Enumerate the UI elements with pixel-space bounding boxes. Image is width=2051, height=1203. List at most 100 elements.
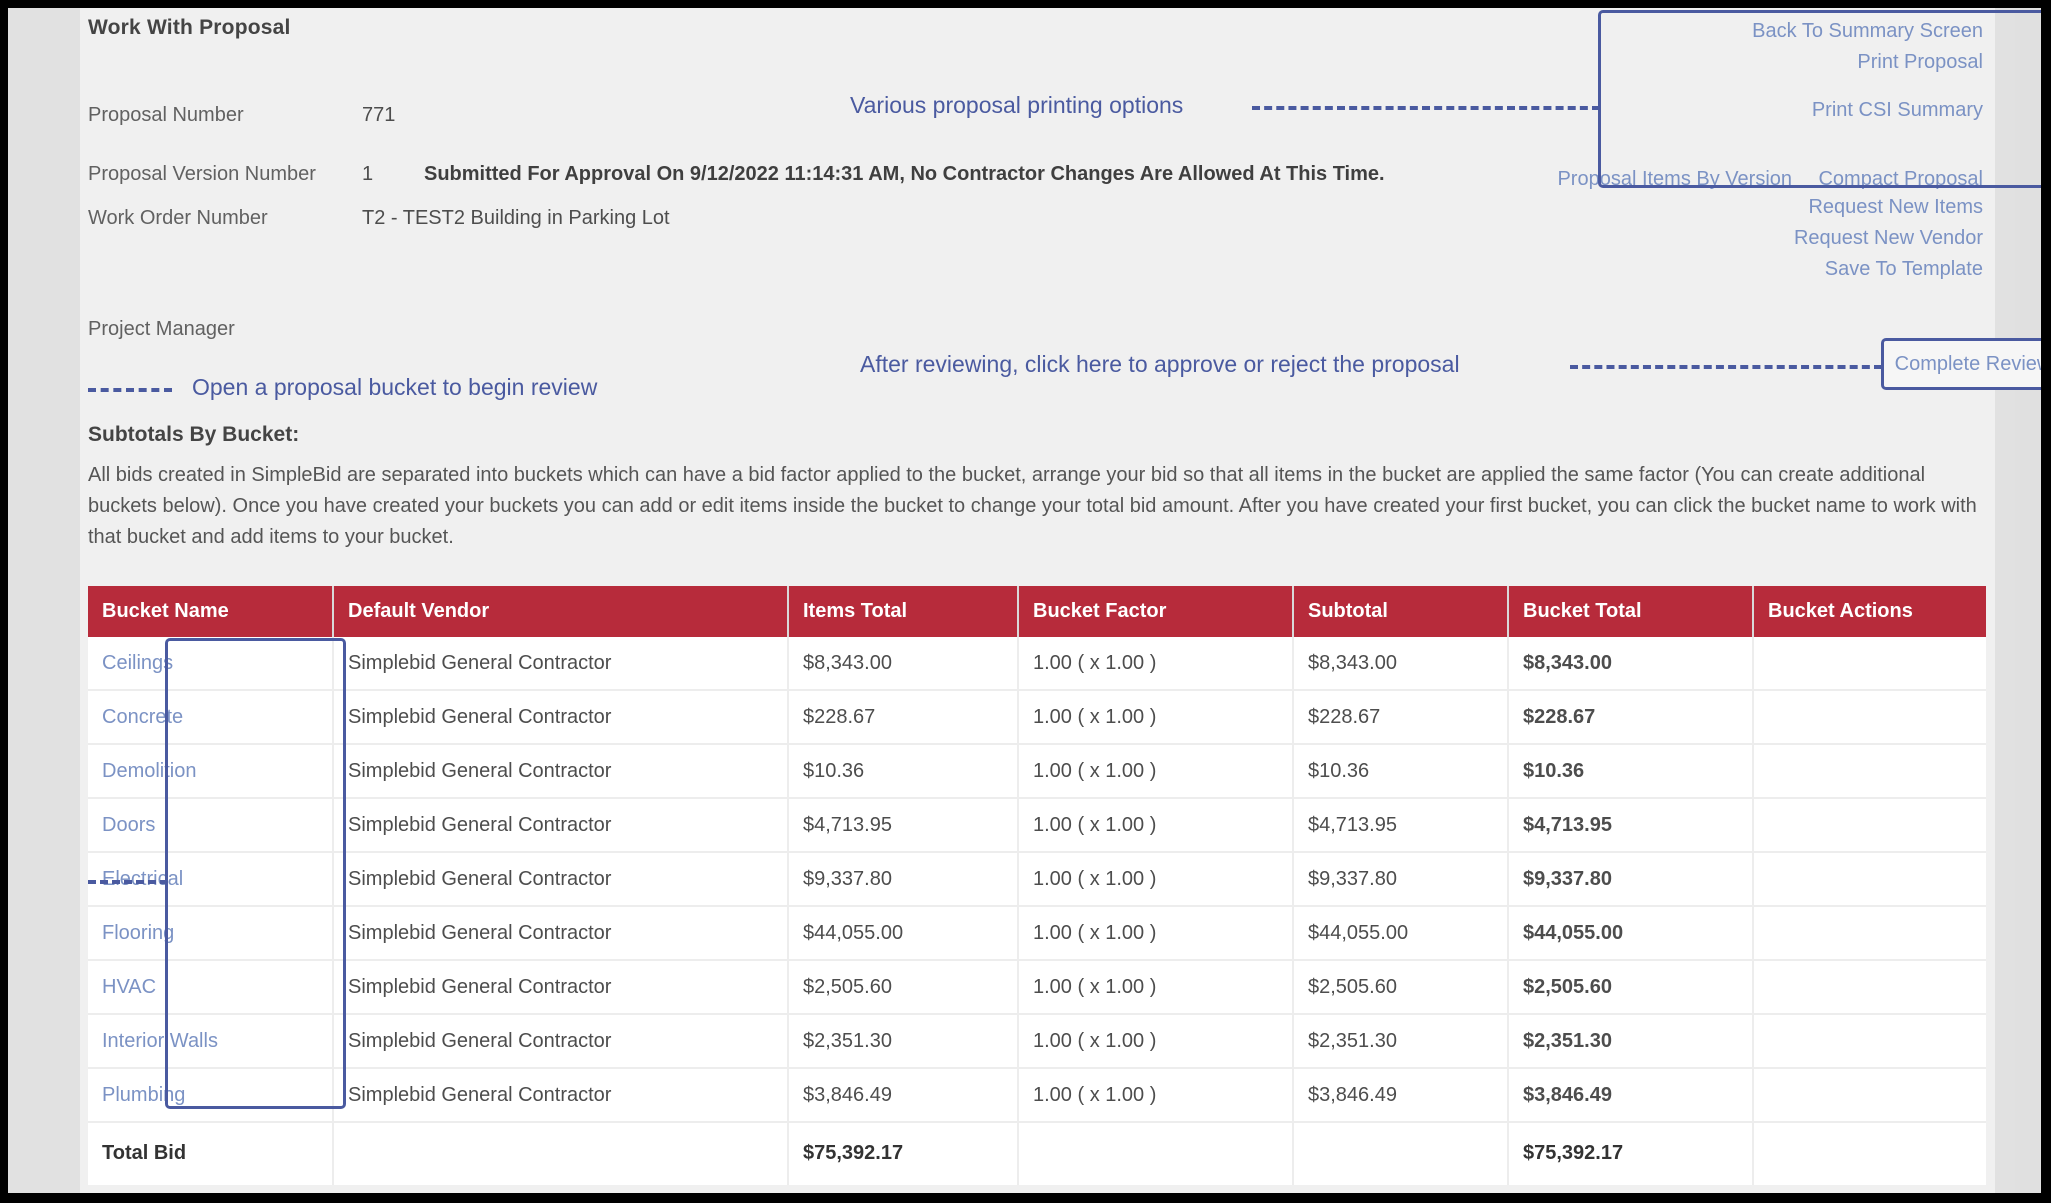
cell-items-total: $2,351.30 <box>788 1014 1019 1069</box>
cell-bucket-factor: 1.00 ( x 1.00 ) <box>1018 1068 1294 1123</box>
cell-items-total: $8,343.00 <box>788 637 1019 691</box>
annotation-box-printing-options <box>1598 10 2041 188</box>
cell-bucket-name[interactable]: Ceilings <box>88 637 334 691</box>
total-label: Total Bid <box>88 1121 334 1185</box>
table-row: Concrete Simplebid General Contractor $228… <box>88 690 1986 745</box>
cell-bucket-factor: 1.00 ( x 1.00 ) <box>1018 960 1294 1015</box>
cell-bucket-total: $4,713.95 <box>1508 798 1754 853</box>
cell-bucket-total: $44,055.00 <box>1508 906 1754 961</box>
table-row: Electrical Simplebid General Contractor $9… <box>88 852 1986 907</box>
annotation-leader-open-bucket <box>88 388 172 392</box>
work-order-number-label: Work Order Number <box>88 207 268 229</box>
complete-review-button[interactable]: Complete Review <box>1881 338 2041 390</box>
window-frame: Work With Proposal Proposal Number 771 P… <box>0 0 2051 1203</box>
bucket-link-ceilings[interactable]: Ceilings <box>102 652 173 674</box>
work-order-number-value: T2 - TEST2 Building in Parking Lot <box>362 207 670 229</box>
cell-default-vendor: Simplebid General Contractor <box>333 744 789 799</box>
cell-bucket-actions <box>1753 960 1986 1015</box>
bucket-link-concrete[interactable]: Concrete <box>102 706 183 728</box>
cell-items-total: $10.36 <box>788 744 1019 799</box>
cell-bucket-name[interactable]: Plumbing <box>88 1068 334 1123</box>
cell-bucket-name[interactable]: Electrical <box>88 852 334 907</box>
cell-bucket-factor: 1.00 ( x 1.00 ) <box>1018 690 1294 745</box>
cell-bucket-total: $10.36 <box>1508 744 1754 799</box>
cell-default-vendor: Simplebid General Contractor <box>333 1068 789 1123</box>
cell-bucket-name[interactable]: HVAC <box>88 960 334 1015</box>
proposal-version-number-label: Proposal Version Number <box>88 163 316 185</box>
cell-default-vendor: Simplebid General Contractor <box>333 960 789 1015</box>
total-factor <box>1018 1121 1294 1185</box>
cell-subtotal: $228.67 <box>1293 690 1509 745</box>
cell-bucket-total: $9,337.80 <box>1508 852 1754 907</box>
annotation-leader-printing-options <box>1252 106 1600 110</box>
cell-items-total: $9,337.80 <box>788 852 1019 907</box>
column-header-subtotal[interactable]: Subtotal <box>1293 586 1509 637</box>
cell-default-vendor: Simplebid General Contractor <box>333 690 789 745</box>
cell-bucket-name[interactable]: Doors <box>88 798 334 853</box>
cell-default-vendor: Simplebid General Contractor <box>333 906 789 961</box>
link-request-new-vendor[interactable]: Request New Vendor <box>1423 223 1983 254</box>
submitted-for-approval-note: Submitted For Approval On 9/12/2022 11:1… <box>424 163 1385 185</box>
cell-bucket-actions <box>1753 798 1986 853</box>
cell-items-total: $4,713.95 <box>788 798 1019 853</box>
cell-bucket-actions <box>1753 690 1986 745</box>
cell-default-vendor: Simplebid General Contractor <box>333 798 789 853</box>
page-content: Work With Proposal Proposal Number 771 P… <box>80 8 2041 1193</box>
cell-subtotal: $3,846.49 <box>1293 1068 1509 1123</box>
cell-items-total: $2,505.60 <box>788 960 1019 1015</box>
subtotals-intro-paragraph: All bids created in SimpleBid are separa… <box>88 464 1977 548</box>
project-manager-label: Project Manager <box>88 318 235 340</box>
cell-subtotal: $9,337.80 <box>1293 852 1509 907</box>
column-header-bucket-name[interactable]: Bucket Name <box>88 586 334 637</box>
cell-default-vendor: Simplebid General Contractor <box>333 637 789 691</box>
complete-review-label: Complete Review <box>1894 353 2041 375</box>
total-actions <box>1753 1121 1986 1185</box>
cell-bucket-name[interactable]: Flooring <box>88 906 334 961</box>
cell-bucket-actions <box>1753 637 1986 691</box>
subtotals-heading: Subtotals By Bucket: <box>88 423 300 446</box>
column-header-bucket-factor[interactable]: Bucket Factor <box>1018 586 1294 637</box>
cell-bucket-total: $2,351.30 <box>1508 1014 1754 1069</box>
proposal-number-label: Proposal Number <box>88 104 244 126</box>
link-request-new-items[interactable]: Request New Items <box>1423 192 1983 223</box>
total-vendor <box>333 1121 789 1185</box>
cell-bucket-actions <box>1753 852 1986 907</box>
table-row: Ceilings Simplebid General Contractor $8,3… <box>88 637 1986 691</box>
annotation-open-bucket: Open a proposal bucket to begin review <box>192 374 598 400</box>
page-title: Work With Proposal <box>88 16 291 39</box>
column-header-items-total[interactable]: Items Total <box>788 586 1019 637</box>
bucket-link-demolition[interactable]: Demolition <box>102 760 196 782</box>
total-bucket-total: $75,392.17 <box>1508 1121 1754 1185</box>
cell-items-total: $44,055.00 <box>788 906 1019 961</box>
column-header-bucket-actions[interactable]: Bucket Actions <box>1753 586 1986 637</box>
column-header-default-vendor[interactable]: Default Vendor <box>333 586 789 637</box>
cell-bucket-actions <box>1753 906 1986 961</box>
table-header-row: Bucket Name Default Vendor Items Total B… <box>88 586 1986 637</box>
link-save-to-template[interactable]: Save To Template <box>1423 254 1983 285</box>
cell-bucket-name[interactable]: Interior Walls <box>88 1014 334 1069</box>
annotation-leader-complete-review <box>1570 365 1882 369</box>
cell-subtotal: $4,713.95 <box>1293 798 1509 853</box>
bucket-link-plumbing[interactable]: Plumbing <box>102 1084 185 1106</box>
bucket-link-flooring[interactable]: Flooring <box>102 922 174 944</box>
cell-bucket-actions <box>1753 1068 1986 1123</box>
cell-items-total: $228.67 <box>788 690 1019 745</box>
cell-subtotal: $8,343.00 <box>1293 637 1509 691</box>
cell-subtotal: $2,505.60 <box>1293 960 1509 1015</box>
table-row: Demolition Simplebid General Contractor $1… <box>88 744 1986 799</box>
cell-bucket-name[interactable]: Demolition <box>88 744 334 799</box>
bucket-link-doors[interactable]: Doors <box>102 814 155 836</box>
bucket-link-interior-walls[interactable]: Interior Walls <box>102 1030 218 1052</box>
bucket-link-hvac[interactable]: HVAC <box>102 976 156 998</box>
table-total-row: Total Bid $75,392.17 $75,392.17 <box>88 1121 1986 1185</box>
cell-default-vendor: Simplebid General Contractor <box>333 852 789 907</box>
cell-bucket-name[interactable]: Concrete <box>88 690 334 745</box>
bucket-link-electrical[interactable]: Electrical <box>102 868 183 890</box>
annotation-complete-review: After reviewing, click here to approve o… <box>860 351 1460 377</box>
page-root: Work With Proposal Proposal Number 771 P… <box>8 8 2041 1193</box>
table-row: Plumbing Simplebid General Contractor $3,8… <box>88 1068 1986 1123</box>
cell-subtotal: $2,351.30 <box>1293 1014 1509 1069</box>
proposal-version-number-value: 1 <box>362 163 374 185</box>
column-header-bucket-total[interactable]: Bucket Total <box>1508 586 1754 637</box>
table-row: Interior Walls Simplebid General Contract… <box>88 1014 1986 1069</box>
